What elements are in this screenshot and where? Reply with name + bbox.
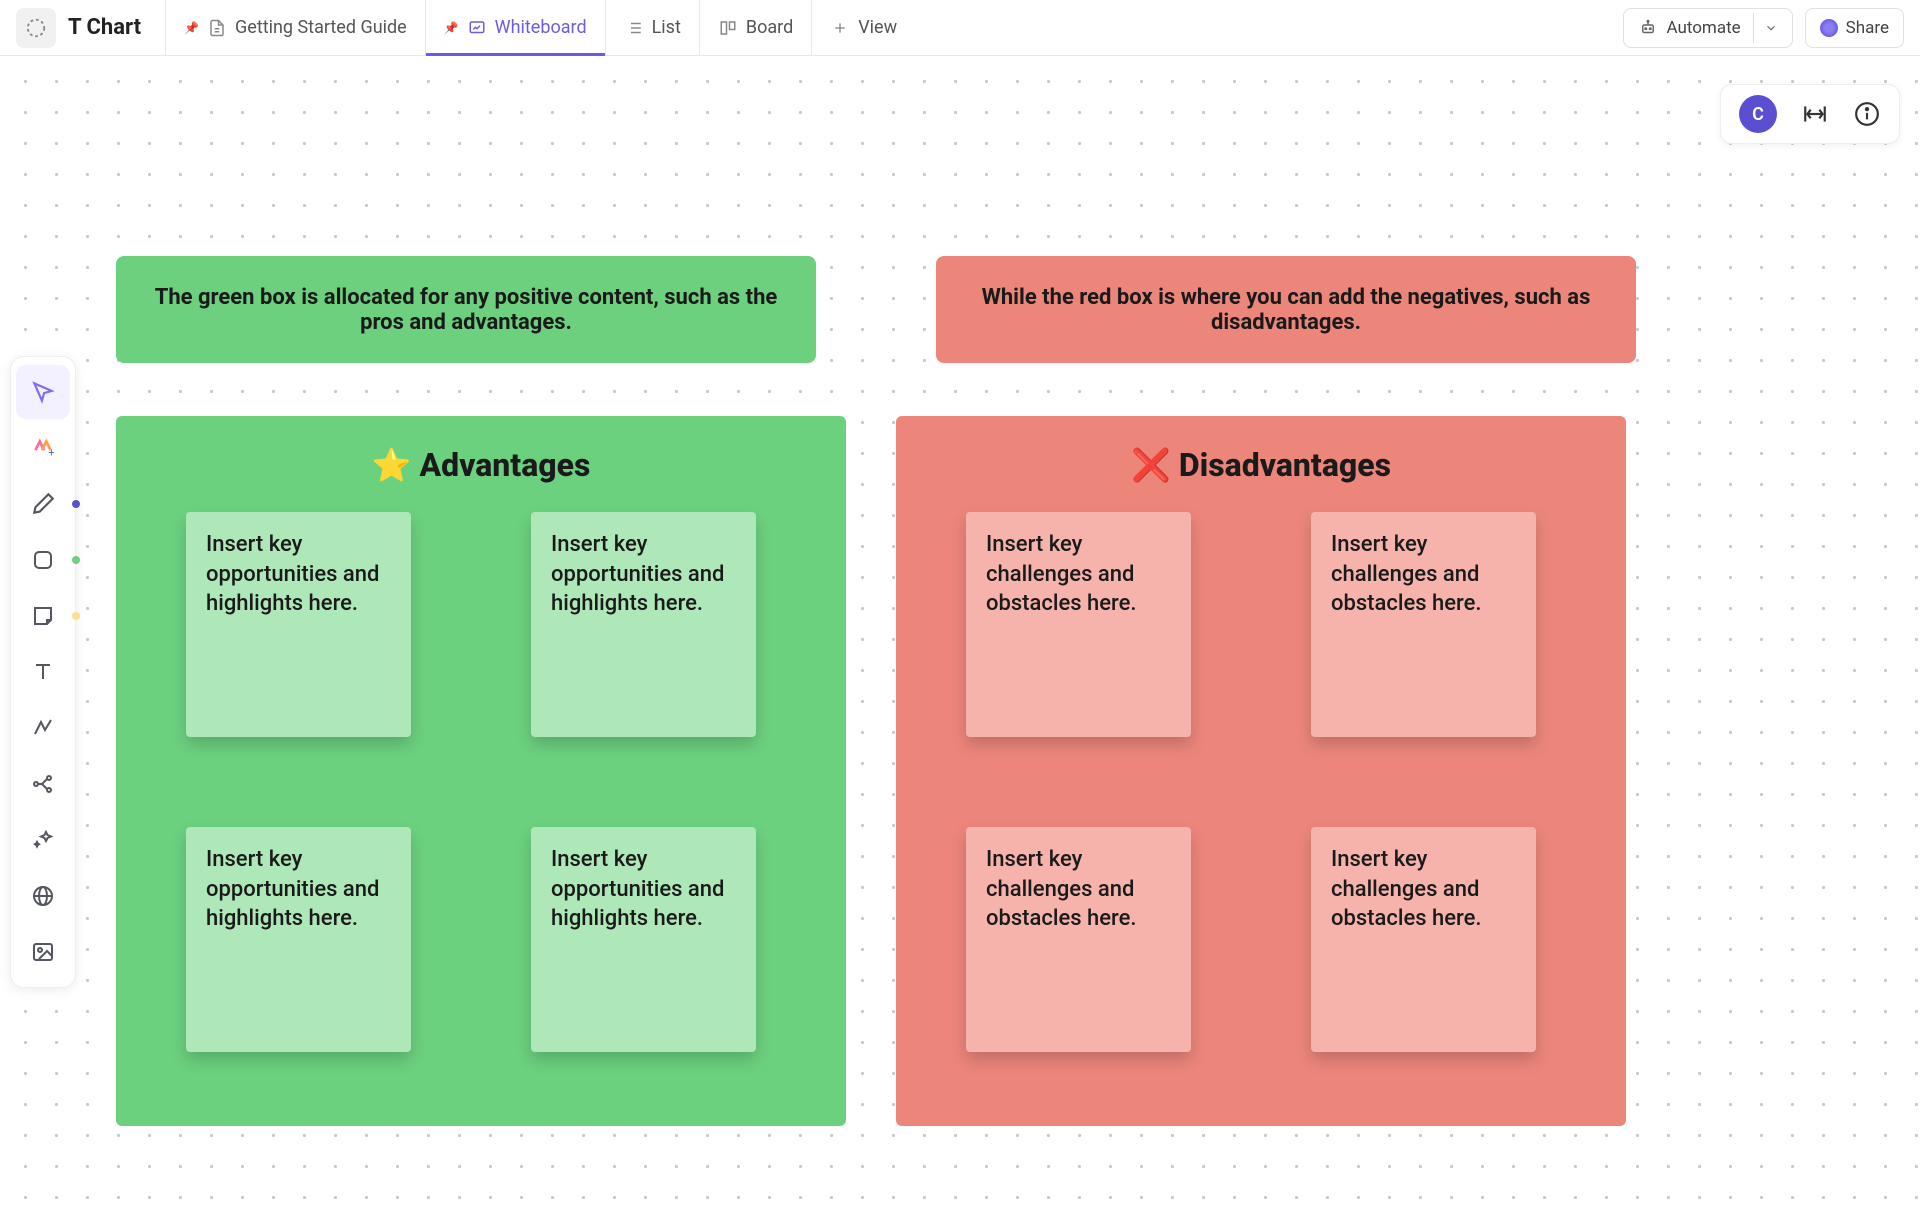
share-avatar-icon xyxy=(1820,19,1838,37)
avatar[interactable]: C xyxy=(1739,95,1777,133)
color-indicator xyxy=(72,556,80,564)
positive-header-box[interactable]: The green box is allocated for any posit… xyxy=(116,256,816,363)
toolbar-right: Automate Share xyxy=(1623,8,1904,48)
disadvantage-card[interactable]: Insert key challenges and obstacles here… xyxy=(1311,827,1536,1052)
tool-panel: + xyxy=(10,356,76,988)
advantage-card[interactable]: Insert key opportunities and highlights … xyxy=(186,512,411,737)
list-title-block[interactable]: T Chart xyxy=(16,8,141,48)
robot-icon xyxy=(1638,18,1658,38)
advantage-card[interactable]: Insert key opportunities and highlights … xyxy=(186,827,411,1052)
tab-list[interactable]: List xyxy=(605,0,699,55)
list-title: T Chart xyxy=(68,15,141,40)
advantages-panel[interactable]: ⭐ Advantages Insert key opportunities an… xyxy=(116,416,846,1126)
tab-label: View xyxy=(858,17,897,38)
tab-label: Board xyxy=(746,17,793,38)
color-indicator xyxy=(72,612,80,620)
tool-select[interactable] xyxy=(16,365,70,419)
advantage-card[interactable]: Insert key opportunities and highlights … xyxy=(531,512,756,737)
tool-shape[interactable] xyxy=(16,533,70,587)
tab-whiteboard[interactable]: 📌 Whiteboard xyxy=(425,0,605,55)
plus-icon xyxy=(830,18,850,38)
disadvantages-panel[interactable]: ❌ Disadvantages Insert key challenges an… xyxy=(896,416,1626,1126)
whiteboard-icon xyxy=(467,18,487,38)
disadvantage-card[interactable]: Insert key challenges and obstacles here… xyxy=(966,827,1191,1052)
share-label: Share xyxy=(1846,18,1889,38)
disadvantages-title: ❌ Disadvantages xyxy=(936,446,1586,484)
tool-mindmap[interactable] xyxy=(16,757,70,811)
tool-text[interactable] xyxy=(16,645,70,699)
add-view-button[interactable]: View xyxy=(811,0,915,55)
list-icon xyxy=(16,8,56,48)
negative-header-box[interactable]: While the red box is where you can add t… xyxy=(936,256,1636,363)
tool-ai[interactable]: + xyxy=(16,421,70,475)
whiteboard-canvas[interactable]: C + xyxy=(0,56,1920,1209)
tool-pen[interactable] xyxy=(16,477,70,531)
automate-button[interactable]: Automate xyxy=(1623,8,1792,48)
info-icon[interactable] xyxy=(1853,100,1881,128)
share-button[interactable]: Share xyxy=(1805,8,1904,48)
view-tabs: 📌 Getting Started Guide 📌 Whiteboard Lis… xyxy=(165,0,915,55)
svg-text:+: + xyxy=(48,447,54,460)
tool-magic[interactable] xyxy=(16,813,70,867)
tool-connector[interactable] xyxy=(16,701,70,755)
pin-icon: 📌 xyxy=(444,21,459,35)
disadvantages-cards: Insert key challenges and obstacles here… xyxy=(936,512,1586,1052)
advantages-title: ⭐ Advantages xyxy=(156,446,806,484)
tool-web[interactable] xyxy=(16,869,70,923)
chevron-down-icon[interactable] xyxy=(1753,13,1788,43)
disadvantages-title-text: Disadvantages xyxy=(1179,446,1391,484)
board-icon xyxy=(718,18,738,38)
canvas-controls: C xyxy=(1720,84,1900,144)
tab-label: Whiteboard xyxy=(495,17,587,38)
cross-icon: ❌ xyxy=(1131,446,1171,484)
tab-label: List xyxy=(652,17,681,38)
negative-header-text: While the red box is where you can add t… xyxy=(960,285,1612,335)
top-toolbar: T Chart 📌 Getting Started Guide 📌 Whiteb… xyxy=(0,0,1920,56)
list-icon xyxy=(624,18,644,38)
doc-icon xyxy=(207,18,227,38)
tool-sticky[interactable] xyxy=(16,589,70,643)
positive-header-text: The green box is allocated for any posit… xyxy=(140,285,792,335)
advantage-card[interactable]: Insert key opportunities and highlights … xyxy=(531,827,756,1052)
advantages-cards: Insert key opportunities and highlights … xyxy=(156,512,806,1052)
pin-icon: 📌 xyxy=(184,21,199,35)
star-icon: ⭐ xyxy=(372,446,412,484)
fit-width-icon[interactable] xyxy=(1801,100,1829,128)
tab-getting-started[interactable]: 📌 Getting Started Guide xyxy=(165,0,425,55)
color-indicator xyxy=(72,500,80,508)
advantages-title-text: Advantages xyxy=(419,446,590,484)
automate-label: Automate xyxy=(1666,18,1752,38)
tool-image[interactable] xyxy=(16,925,70,979)
tab-label: Getting Started Guide xyxy=(235,17,407,38)
disadvantage-card[interactable]: Insert key challenges and obstacles here… xyxy=(1311,512,1536,737)
tab-board[interactable]: Board xyxy=(699,0,811,55)
disadvantage-card[interactable]: Insert key challenges and obstacles here… xyxy=(966,512,1191,737)
